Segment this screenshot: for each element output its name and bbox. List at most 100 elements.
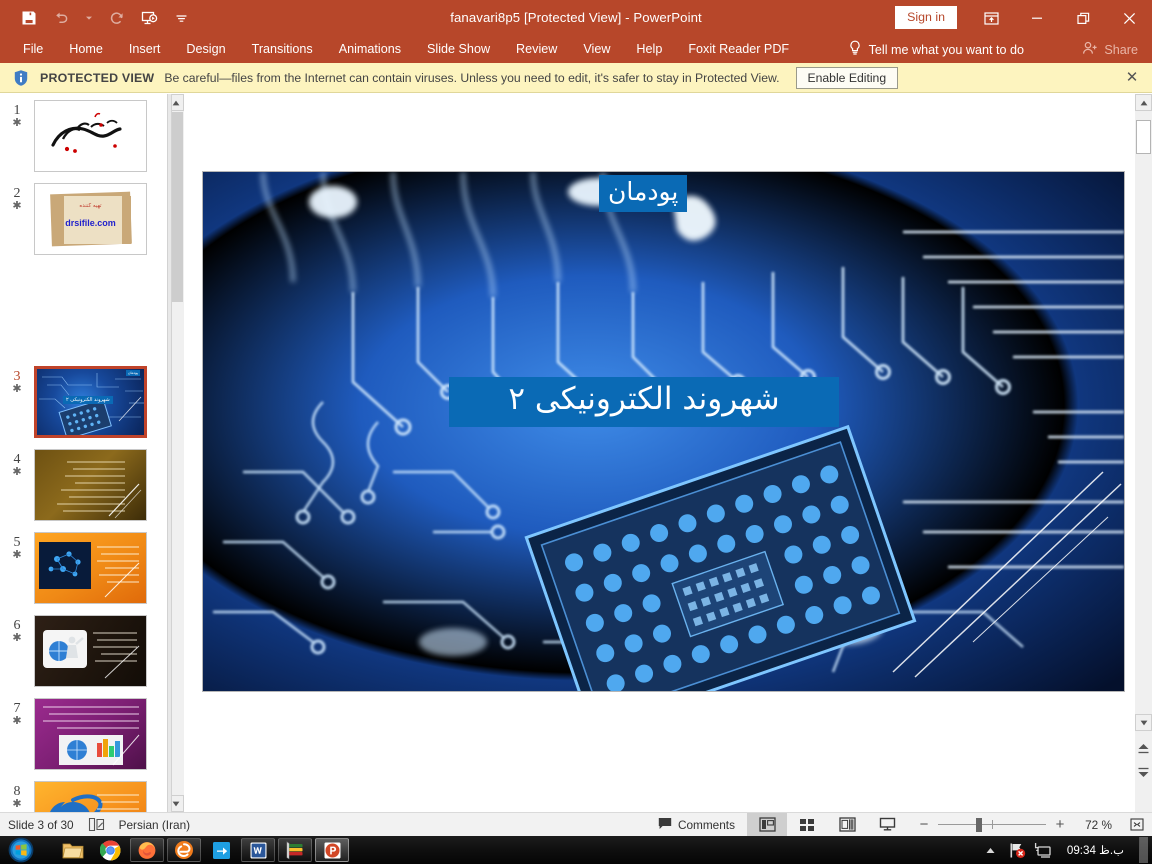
zoom-percentage[interactable]: 72 % bbox=[1074, 818, 1112, 832]
show-desktop-button[interactable] bbox=[1139, 837, 1148, 863]
tab-animations[interactable]: Animations bbox=[326, 36, 414, 63]
tab-view[interactable]: View bbox=[570, 36, 623, 63]
zoom-out-button[interactable]: − bbox=[917, 817, 931, 832]
tab-review[interactable]: Review bbox=[503, 36, 570, 63]
ribbon-tab-bar: File Home Insert Design Transitions Anim… bbox=[0, 36, 1152, 63]
start-presentation-icon[interactable] bbox=[134, 3, 164, 33]
tab-design[interactable]: Design bbox=[173, 36, 238, 63]
language-indicator[interactable]: Persian (Iran) bbox=[119, 818, 190, 832]
taskbar-mozilla-firefox[interactable] bbox=[130, 838, 164, 862]
taskbar-google-chrome[interactable] bbox=[93, 838, 127, 862]
protected-view-bar: PROTECTED VIEW Be careful—files from the… bbox=[0, 63, 1152, 93]
view-slide-show[interactable] bbox=[867, 813, 907, 837]
slide-kicker-text[interactable]: پودمان bbox=[599, 175, 688, 212]
view-buttons bbox=[747, 812, 907, 837]
start-button[interactable] bbox=[0, 836, 42, 864]
taskbar-browser[interactable] bbox=[167, 838, 201, 862]
slide-indicator[interactable]: Slide 3 of 30 bbox=[8, 818, 74, 832]
customize-qat-icon[interactable] bbox=[166, 3, 196, 33]
pane-splitter[interactable] bbox=[167, 94, 172, 812]
thumbnail-number: 3 ✱ bbox=[0, 366, 34, 438]
tab-help[interactable]: Help bbox=[623, 36, 675, 63]
tab-slide-show[interactable]: Slide Show bbox=[414, 36, 503, 63]
undo-dropdown-icon[interactable] bbox=[78, 3, 100, 33]
slide-title-text[interactable]: شهروند الکترونیکی ۲ bbox=[449, 377, 839, 427]
animation-star-icon: ✱ bbox=[12, 116, 22, 129]
close-icon[interactable]: ✕ bbox=[1124, 70, 1140, 86]
sign-in-button[interactable]: Sign in bbox=[895, 6, 957, 29]
animation-star-icon: ✱ bbox=[12, 797, 22, 810]
view-slide-sorter[interactable] bbox=[787, 813, 827, 837]
thumb3-kicker: پودمان bbox=[125, 370, 140, 376]
taskbar-items bbox=[56, 838, 349, 862]
thumbnail-slide-2[interactable]: 2 ✱ تهیه کننده drsifile.com bbox=[0, 183, 167, 255]
close-button[interactable] bbox=[1106, 0, 1152, 36]
taskbar-file-explorer[interactable] bbox=[56, 838, 90, 862]
view-reading[interactable] bbox=[827, 813, 867, 837]
scroll-up-icon[interactable] bbox=[1135, 94, 1152, 111]
thumbnail-image[interactable] bbox=[34, 100, 147, 172]
show-hidden-icons-button[interactable] bbox=[982, 841, 1000, 859]
scroll-thumb[interactable] bbox=[1136, 120, 1151, 154]
save-icon[interactable] bbox=[14, 3, 44, 33]
antivirus-alert-icon[interactable] bbox=[1008, 841, 1026, 859]
tab-insert[interactable]: Insert bbox=[116, 36, 174, 63]
thumbnail-number: 2 ✱ bbox=[0, 183, 34, 255]
zoom-slider[interactable] bbox=[938, 817, 1046, 832]
tab-home[interactable]: Home bbox=[56, 36, 116, 63]
thumb2-site-text: drsifile.com bbox=[65, 218, 116, 228]
thumbnail-image[interactable] bbox=[34, 615, 147, 687]
quick-access-toolbar bbox=[14, 0, 196, 36]
minimize-button[interactable] bbox=[1014, 0, 1060, 36]
taskbar-foxit-reader[interactable] bbox=[204, 838, 238, 862]
share-button[interactable]: Share bbox=[1082, 36, 1138, 63]
thumb2-top-text: تهیه کننده bbox=[79, 203, 102, 209]
next-slide-button[interactable] bbox=[1135, 764, 1152, 781]
thumbnail-slide-5[interactable]: 5 ✱ bbox=[0, 532, 167, 604]
thumbnail-number: 1 ✱ bbox=[0, 100, 34, 172]
thumbnail-slide-6[interactable]: 6 ✱ bbox=[0, 615, 167, 687]
thumbnail-slide-1[interactable]: 1 ✱ bbox=[0, 100, 167, 172]
enable-editing-button[interactable]: Enable Editing bbox=[795, 66, 899, 89]
thumbnail-image[interactable] bbox=[34, 449, 147, 521]
protected-view-badge: PROTECTED VIEW bbox=[40, 70, 155, 85]
taskbar-microsoft-word[interactable] bbox=[241, 838, 275, 862]
tab-transitions[interactable]: Transitions bbox=[239, 36, 326, 63]
view-normal[interactable] bbox=[747, 812, 787, 837]
info-shield-icon bbox=[12, 69, 30, 87]
tab-foxit-reader-pdf[interactable]: Foxit Reader PDF bbox=[675, 36, 802, 63]
thumbnail-slide-4[interactable]: 4 ✱ bbox=[0, 449, 167, 521]
scroll-down-icon[interactable] bbox=[1135, 714, 1152, 731]
zoom-in-button[interactable]: + bbox=[1053, 817, 1067, 832]
taskbar-powerpoint[interactable] bbox=[315, 838, 349, 862]
circuit-board-background bbox=[203, 172, 1124, 691]
tell-me-search[interactable]: Tell me what you want to do bbox=[848, 36, 1024, 63]
comments-button[interactable]: Comments bbox=[646, 813, 747, 837]
thumbnail-slide-8[interactable]: 8 ✱ bbox=[0, 781, 167, 812]
thumbnail-image[interactable] bbox=[34, 532, 147, 604]
fit-to-window-button[interactable] bbox=[1122, 813, 1152, 837]
restore-button[interactable] bbox=[1060, 0, 1106, 36]
undo-icon[interactable] bbox=[46, 3, 76, 33]
taskbar-clock[interactable]: 09:34 ب.ظ bbox=[1060, 843, 1131, 857]
thumbnail-number: 8 ✱ bbox=[0, 781, 34, 812]
taskbar-winrar[interactable] bbox=[278, 838, 312, 862]
thumbnail-image[interactable]: تهیه کننده drsifile.com bbox=[34, 183, 147, 255]
redo-icon[interactable] bbox=[102, 3, 132, 33]
comment-bubble-icon bbox=[658, 817, 672, 833]
thumbnail-slide-7[interactable]: 7 ✱ bbox=[0, 698, 167, 770]
tab-file[interactable]: File bbox=[10, 36, 56, 63]
slide-canvas[interactable]: پودمان شهروند الکترونیکی ۲ bbox=[203, 172, 1124, 691]
previous-slide-button[interactable] bbox=[1135, 740, 1152, 757]
thumbnail-image[interactable]: پودمان شهروند الکترونیکی ۲ bbox=[34, 366, 147, 438]
network-brain-icon bbox=[39, 542, 140, 598]
thumbnail-image[interactable] bbox=[34, 698, 147, 770]
thumbnail-image[interactable] bbox=[34, 781, 147, 812]
thumbnail-slide-3-row[interactable]: 3 ✱ پودمان شهروند الکترونیکی ۲ bbox=[0, 366, 167, 438]
zoom-slider-handle[interactable] bbox=[976, 817, 982, 832]
protected-view-message: Be careful—files from the Internet can c… bbox=[164, 70, 780, 85]
network-icon[interactable] bbox=[1034, 841, 1052, 859]
ribbon-display-options-button[interactable] bbox=[968, 0, 1014, 36]
notes-icon[interactable] bbox=[88, 817, 105, 832]
slide-vertical-scrollbar[interactable] bbox=[1135, 94, 1152, 812]
